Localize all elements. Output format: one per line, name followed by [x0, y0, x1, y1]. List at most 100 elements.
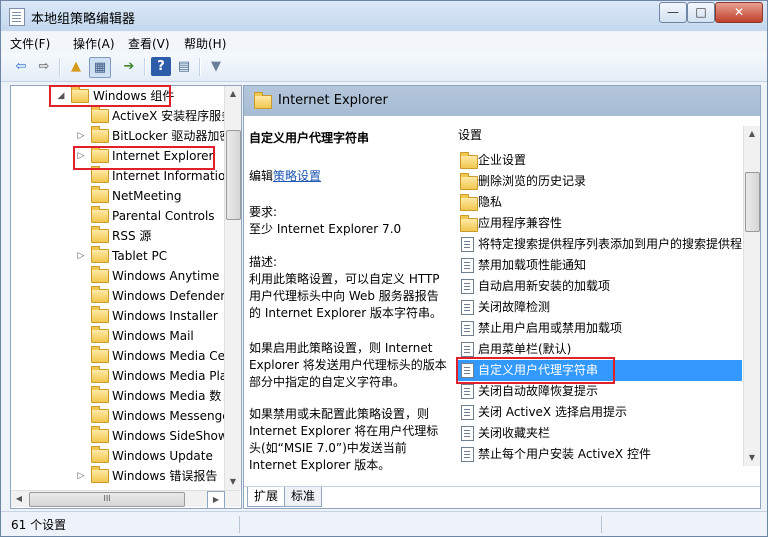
list-item[interactable]: 企业设置	[458, 150, 742, 171]
scroll-right-icon[interactable]: ▶	[207, 491, 225, 508]
list-item[interactable]: 关闭自动故障恢复提示	[458, 381, 742, 402]
tree-horizontal-scrollbar[interactable]: ◀ III ▶	[11, 490, 240, 508]
list-item[interactable]: 将特定搜索提供程序列表添加到用户的搜索提供程序	[458, 234, 742, 255]
scroll-left-icon[interactable]: ◀	[11, 491, 27, 507]
folder-icon	[91, 406, 109, 423]
settings-column-header[interactable]: 设置	[458, 126, 482, 143]
folder-icon	[91, 106, 109, 123]
policy-setting-icon	[461, 279, 474, 294]
tree-item-windows-messenger[interactable]: Windows Messenge	[11, 406, 230, 426]
tree-item-parental-controls[interactable]: Parental Controls	[11, 206, 225, 226]
menu-bar: 文件(F) 操作(A) 查看(V) 帮助(H)	[1, 32, 767, 53]
list-item-label: 禁用加载项性能通知	[478, 258, 587, 272]
expand-arrow-icon[interactable]: ▷	[75, 126, 87, 146]
tree-item-activex-installer[interactable]: ActiveX 安装程序服务	[11, 106, 233, 126]
list-item[interactable]: 禁止每个用户安装 ActiveX 控件	[458, 444, 742, 465]
policy-editor-app-icon	[9, 8, 25, 26]
list-item[interactable]: 禁用加载项性能通知	[458, 255, 742, 276]
tree-item-windows-installer[interactable]: Windows Installer	[11, 306, 225, 326]
menu-file[interactable]: 文件(F)	[10, 35, 50, 52]
tree-item-tablet-pc[interactable]: ▷ Tablet PC	[11, 246, 225, 266]
scroll-thumb[interactable]	[226, 130, 241, 220]
expand-arrow-icon[interactable]: ▷	[75, 246, 87, 266]
list-item[interactable]: 关闭故障检测	[458, 297, 742, 318]
scroll-down-icon[interactable]: ▼	[225, 474, 241, 490]
folder-icon	[91, 346, 109, 363]
settings-vertical-scrollbar[interactable]: ▲ ▼	[743, 126, 760, 466]
list-item[interactable]: 自动启用新安装的加载项	[458, 276, 742, 297]
toolbar: ⇦ ⇨ ▲ ▦ ➔ ? ▤ ▼	[1, 53, 767, 82]
tab-standard[interactable]: 标准	[284, 487, 323, 507]
list-item[interactable]: 关闭收藏夹栏	[458, 423, 742, 444]
tree-item-windows-media-drm[interactable]: Windows Media 数	[11, 386, 225, 406]
tree-item-windows-error-reporting[interactable]: ▷ Windows 错误报告	[11, 466, 225, 486]
list-item[interactable]: 删除浏览的历史记录	[458, 171, 742, 192]
tree-item-windows-mail[interactable]: Windows Mail	[11, 326, 225, 346]
tree-item-bitlocker[interactable]: ▷ BitLocker 驱动器加密	[11, 126, 231, 146]
list-item-label: 隐私	[478, 195, 503, 209]
tree-item-label: Windows Mail	[112, 329, 194, 343]
scroll-up-icon[interactable]: ▲	[744, 126, 760, 142]
policy-setting-icon	[461, 447, 474, 462]
help-icon[interactable]: ?	[151, 57, 171, 76]
status-separator	[239, 516, 240, 533]
scroll-thumb[interactable]	[745, 172, 760, 232]
menu-view[interactable]: 查看(V)	[128, 35, 170, 52]
tree-item-rss[interactable]: RSS 源	[11, 226, 225, 246]
minimize-button[interactable]: —	[659, 2, 687, 23]
expand-arrow-icon[interactable]: ▷	[75, 466, 87, 486]
scroll-down-icon[interactable]: ▼	[744, 450, 760, 466]
tree-item-label: Windows Installer	[112, 309, 218, 323]
list-item[interactable]: 隐私	[458, 192, 742, 213]
tree-item-windows-update[interactable]: Windows Update	[11, 446, 225, 466]
policy-setting-icon	[461, 237, 474, 252]
description-label: 描述:	[249, 255, 278, 269]
scroll-thumb[interactable]: III	[29, 492, 185, 507]
folder-icon	[91, 446, 109, 463]
requirement-value: 至少 Internet Explorer 7.0	[249, 222, 402, 236]
policy-setting-icon	[461, 321, 474, 336]
menu-help[interactable]: 帮助(H)	[184, 35, 226, 52]
tree-item-label: Windows Media Pla	[112, 369, 228, 383]
forward-arrow-icon[interactable]: ⇨	[34, 57, 54, 76]
tree-item-windows-defender[interactable]: Windows Defender	[11, 286, 225, 306]
status-setting-count: 61 个设置	[11, 518, 67, 532]
tab-extended[interactable]: 扩展	[247, 487, 286, 507]
edit-policy-line: 编辑策略设置	[249, 168, 449, 185]
tree-item-label: Windows Defender	[112, 289, 226, 303]
view-tabs: 扩展 标准	[244, 486, 760, 508]
tree-item-label: Windows Update	[112, 449, 213, 463]
toolbar-separator	[144, 58, 146, 76]
tree-vertical-scrollbar[interactable]: ▲ ▼	[224, 86, 241, 490]
properties-icon[interactable]: ▤	[174, 57, 194, 76]
tree-item-windows-anytime-upgrade[interactable]: Windows Anytime Up	[11, 266, 240, 286]
tree-item-windows-media-player[interactable]: Windows Media Pla	[11, 366, 228, 386]
toolbar-separator	[199, 58, 201, 76]
tree-item-windows-media-center[interactable]: Windows Media Cen	[11, 346, 233, 366]
close-button[interactable]: ✕	[715, 2, 763, 23]
list-item-label: 关闭收藏夹栏	[478, 426, 551, 440]
edit-policy-link[interactable]: 策略设置	[273, 169, 321, 183]
scroll-up-icon[interactable]: ▲	[225, 86, 241, 102]
folder-icon	[91, 306, 109, 323]
list-item-label: 禁止用户启用或禁用加载项	[478, 321, 623, 335]
export-list-icon[interactable]: ➔	[119, 57, 139, 76]
folder-icon	[460, 152, 478, 169]
folder-icon	[91, 326, 109, 343]
back-arrow-icon[interactable]: ⇦	[11, 57, 31, 76]
tree-item-netmeeting[interactable]: NetMeeting	[11, 186, 225, 206]
tree-item-windows-sideshow[interactable]: Windows SideShow	[11, 426, 228, 446]
details-header-title: Internet Explorer	[278, 93, 388, 108]
maximize-button[interactable]: □	[687, 2, 715, 23]
menu-action[interactable]: 操作(A)	[73, 35, 115, 52]
up-folder-icon[interactable]: ▲	[66, 57, 86, 76]
folder-icon	[91, 266, 109, 283]
tree-item-label: RSS 源	[112, 229, 152, 243]
tree-item-label: Windows Messenge	[112, 409, 230, 423]
filter-icon[interactable]: ▼	[206, 57, 226, 76]
list-item[interactable]: 关闭 ActiveX 选择启用提示	[458, 402, 742, 423]
show-hide-tree-icon[interactable]: ▦	[89, 57, 111, 78]
details-header: Internet Explorer	[244, 86, 760, 116]
list-item[interactable]: 禁止用户启用或禁用加载项	[458, 318, 742, 339]
list-item[interactable]: 应用程序兼容性	[458, 213, 742, 234]
